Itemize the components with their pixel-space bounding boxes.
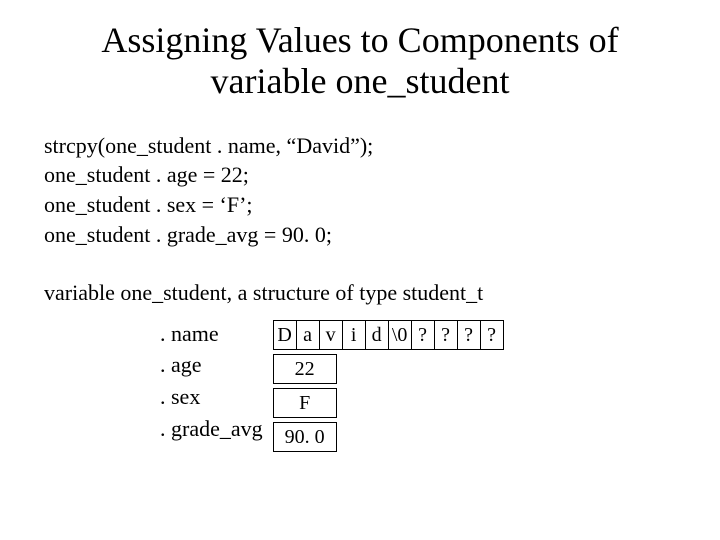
title-line-1: Assigning Values to Components of (101, 20, 618, 60)
code-block: strcpy(one_student . name, “David”); one… (44, 131, 680, 250)
code-line-1: strcpy(one_student . name, “David”); (44, 131, 680, 161)
code-line-3: one_student . sex = ‘F’; (44, 190, 680, 220)
name-char-cell: ? (434, 320, 457, 350)
name-char-cell: v (319, 320, 342, 350)
sex-box: F (273, 388, 337, 418)
label-age: . age (160, 349, 202, 381)
label-grade-avg: . grade_avg (160, 413, 263, 445)
name-char-cell: d (365, 320, 388, 350)
name-char-cell: \0 (388, 320, 411, 350)
name-char-cell: ? (457, 320, 480, 350)
name-char-cell: i (342, 320, 365, 350)
code-line-4: one_student . grade_avg = 90. 0; (44, 220, 680, 250)
name-char-cell: a (296, 320, 319, 350)
code-line-2: one_student . age = 22; (44, 160, 680, 190)
age-box: 22 (273, 354, 337, 384)
name-char-array: D a v i d \0 ? ? ? ? (273, 320, 504, 350)
struct-diagram: . name . age . sex . grade_avg D a v i d… (160, 318, 680, 456)
title-line-2: variable one_student (211, 61, 510, 101)
name-char-cell: D (273, 320, 296, 350)
slide-title: Assigning Values to Components of variab… (40, 20, 680, 103)
label-sex: . sex (160, 381, 200, 413)
explanation-text: variable one_student, a structure of typ… (44, 280, 680, 306)
label-name: . name (160, 318, 219, 350)
grade-avg-box: 90. 0 (273, 422, 337, 452)
name-char-cell: ? (411, 320, 434, 350)
name-char-cell: ? (480, 320, 504, 350)
